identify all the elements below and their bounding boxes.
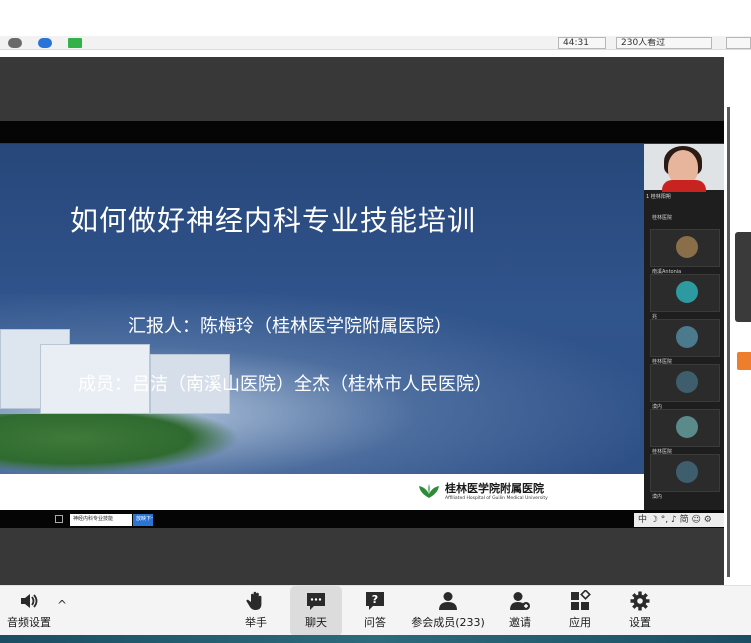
add-person-icon bbox=[509, 590, 531, 612]
participant-tile[interactable] bbox=[650, 274, 720, 312]
taskbar-item-presentation[interactable]: 神经内科专业技能 bbox=[70, 514, 132, 526]
chat-icon bbox=[305, 590, 327, 612]
leaf-logo-icon bbox=[418, 483, 440, 499]
raise-hand-label: 举手 bbox=[245, 616, 267, 629]
logo-text-en: Affiliated Hospital of Guilin Medical Un… bbox=[445, 496, 548, 501]
qa-button[interactable]: ? 问答 bbox=[355, 586, 395, 636]
participant-video-panel[interactable]: 1 桂林阳朔 桂林医院 南溪Antonia 兆 桂林医院 漠内 桂林医院 漠内 bbox=[644, 144, 724, 510]
invite-label: 邀请 bbox=[509, 616, 531, 629]
slide-title: 如何做好神经内科专业技能培训 bbox=[70, 204, 477, 237]
slide-members: 成员：吕洁（南溪山医院）全杰（桂林市人民医院） bbox=[78, 374, 492, 395]
settings-button[interactable]: 设置 bbox=[620, 586, 660, 636]
window-top-bar: 44:31 230人看过 bbox=[0, 0, 751, 52]
participants-label: 参会成员(233) bbox=[411, 616, 485, 629]
svg-text:?: ? bbox=[372, 593, 378, 606]
gear-icon bbox=[629, 590, 651, 612]
share-top-band bbox=[0, 121, 724, 143]
speaker-name-label: 1 桂林阳朔 bbox=[646, 194, 671, 200]
hand-icon bbox=[245, 590, 267, 612]
apps-button[interactable]: 应用 bbox=[560, 586, 600, 636]
participant-tile[interactable] bbox=[650, 409, 720, 447]
question-icon: ? bbox=[364, 590, 386, 612]
participant-tile[interactable] bbox=[650, 229, 720, 267]
hospital-logo: 桂林医学院附属医院 Affiliated Hospital of Guilin … bbox=[418, 480, 548, 501]
more-menu-button[interactable] bbox=[726, 37, 751, 49]
avatar bbox=[676, 461, 698, 483]
shield-icon[interactable] bbox=[38, 38, 52, 48]
participant-tile[interactable] bbox=[650, 454, 720, 492]
settings-label: 设置 bbox=[629, 616, 651, 629]
qa-label: 问答 bbox=[364, 616, 386, 629]
raise-hand-button[interactable]: 举手 bbox=[236, 586, 276, 636]
logo-text-cn: 桂林医学院附属医院 bbox=[445, 482, 544, 495]
panel-scrollbar[interactable] bbox=[727, 107, 730, 577]
avatar bbox=[676, 416, 698, 438]
avatar bbox=[676, 281, 698, 303]
viewer-count-badge[interactable]: 230人看过 bbox=[616, 37, 712, 49]
input-method-bar[interactable]: 中 ☽ °, ♪ 简 ☺ ⚙ bbox=[634, 513, 724, 527]
meeting-timer: 44:31 bbox=[558, 37, 606, 49]
participant-tile[interactable] bbox=[650, 364, 720, 402]
windows-icon[interactable] bbox=[55, 515, 63, 523]
audio-settings-button[interactable]: 音频设置 bbox=[4, 586, 54, 636]
taskbar-item-slideshow[interactable]: 放映下一 bbox=[133, 514, 153, 526]
desktop-background-strip bbox=[0, 635, 751, 643]
person-icon bbox=[437, 590, 459, 612]
trees-image bbox=[0, 414, 240, 474]
participant-name: 漠内 bbox=[652, 494, 663, 500]
participant-tile[interactable] bbox=[650, 319, 720, 357]
signal-icon bbox=[68, 38, 82, 48]
chat-label: 聊天 bbox=[305, 616, 327, 629]
shared-presentation-slide: 如何做好神经内科专业技能培训 汇报人：陈梅玲（桂林医学院附属医院） 成员：吕洁（… bbox=[0, 144, 644, 510]
side-collapse-handle[interactable] bbox=[735, 232, 751, 322]
info-icon[interactable] bbox=[8, 38, 22, 48]
participant-name: 桂林医院 bbox=[652, 215, 673, 221]
speaker-icon bbox=[18, 590, 40, 612]
avatar bbox=[676, 236, 698, 258]
avatar bbox=[676, 326, 698, 348]
side-user-icon[interactable] bbox=[737, 352, 751, 370]
participants-button[interactable]: 参会成员(233) bbox=[408, 586, 488, 636]
meeting-toolbar: 音频设置 ^ 举手 聊天 ? 问答 参会成员(233) 邀请 应用 设置 bbox=[0, 585, 751, 636]
audio-menu-chevron[interactable]: ^ bbox=[54, 586, 70, 636]
chevron-up-icon: ^ bbox=[56, 598, 68, 612]
apps-grid-icon bbox=[569, 589, 591, 612]
slide-reporter: 汇报人：陈梅玲（桂林医学院附属医院） bbox=[128, 316, 452, 337]
active-speaker-video[interactable] bbox=[644, 144, 724, 192]
apps-label: 应用 bbox=[569, 616, 591, 629]
invite-button[interactable]: 邀请 bbox=[500, 586, 540, 636]
meeting-stage: 如何做好神经内科专业技能培训 汇报人：陈梅玲（桂林医学院附属医院） 成员：吕洁（… bbox=[0, 52, 751, 585]
chat-button[interactable]: 聊天 bbox=[290, 586, 342, 636]
audio-settings-label: 音频设置 bbox=[7, 616, 51, 629]
avatar bbox=[676, 371, 698, 393]
